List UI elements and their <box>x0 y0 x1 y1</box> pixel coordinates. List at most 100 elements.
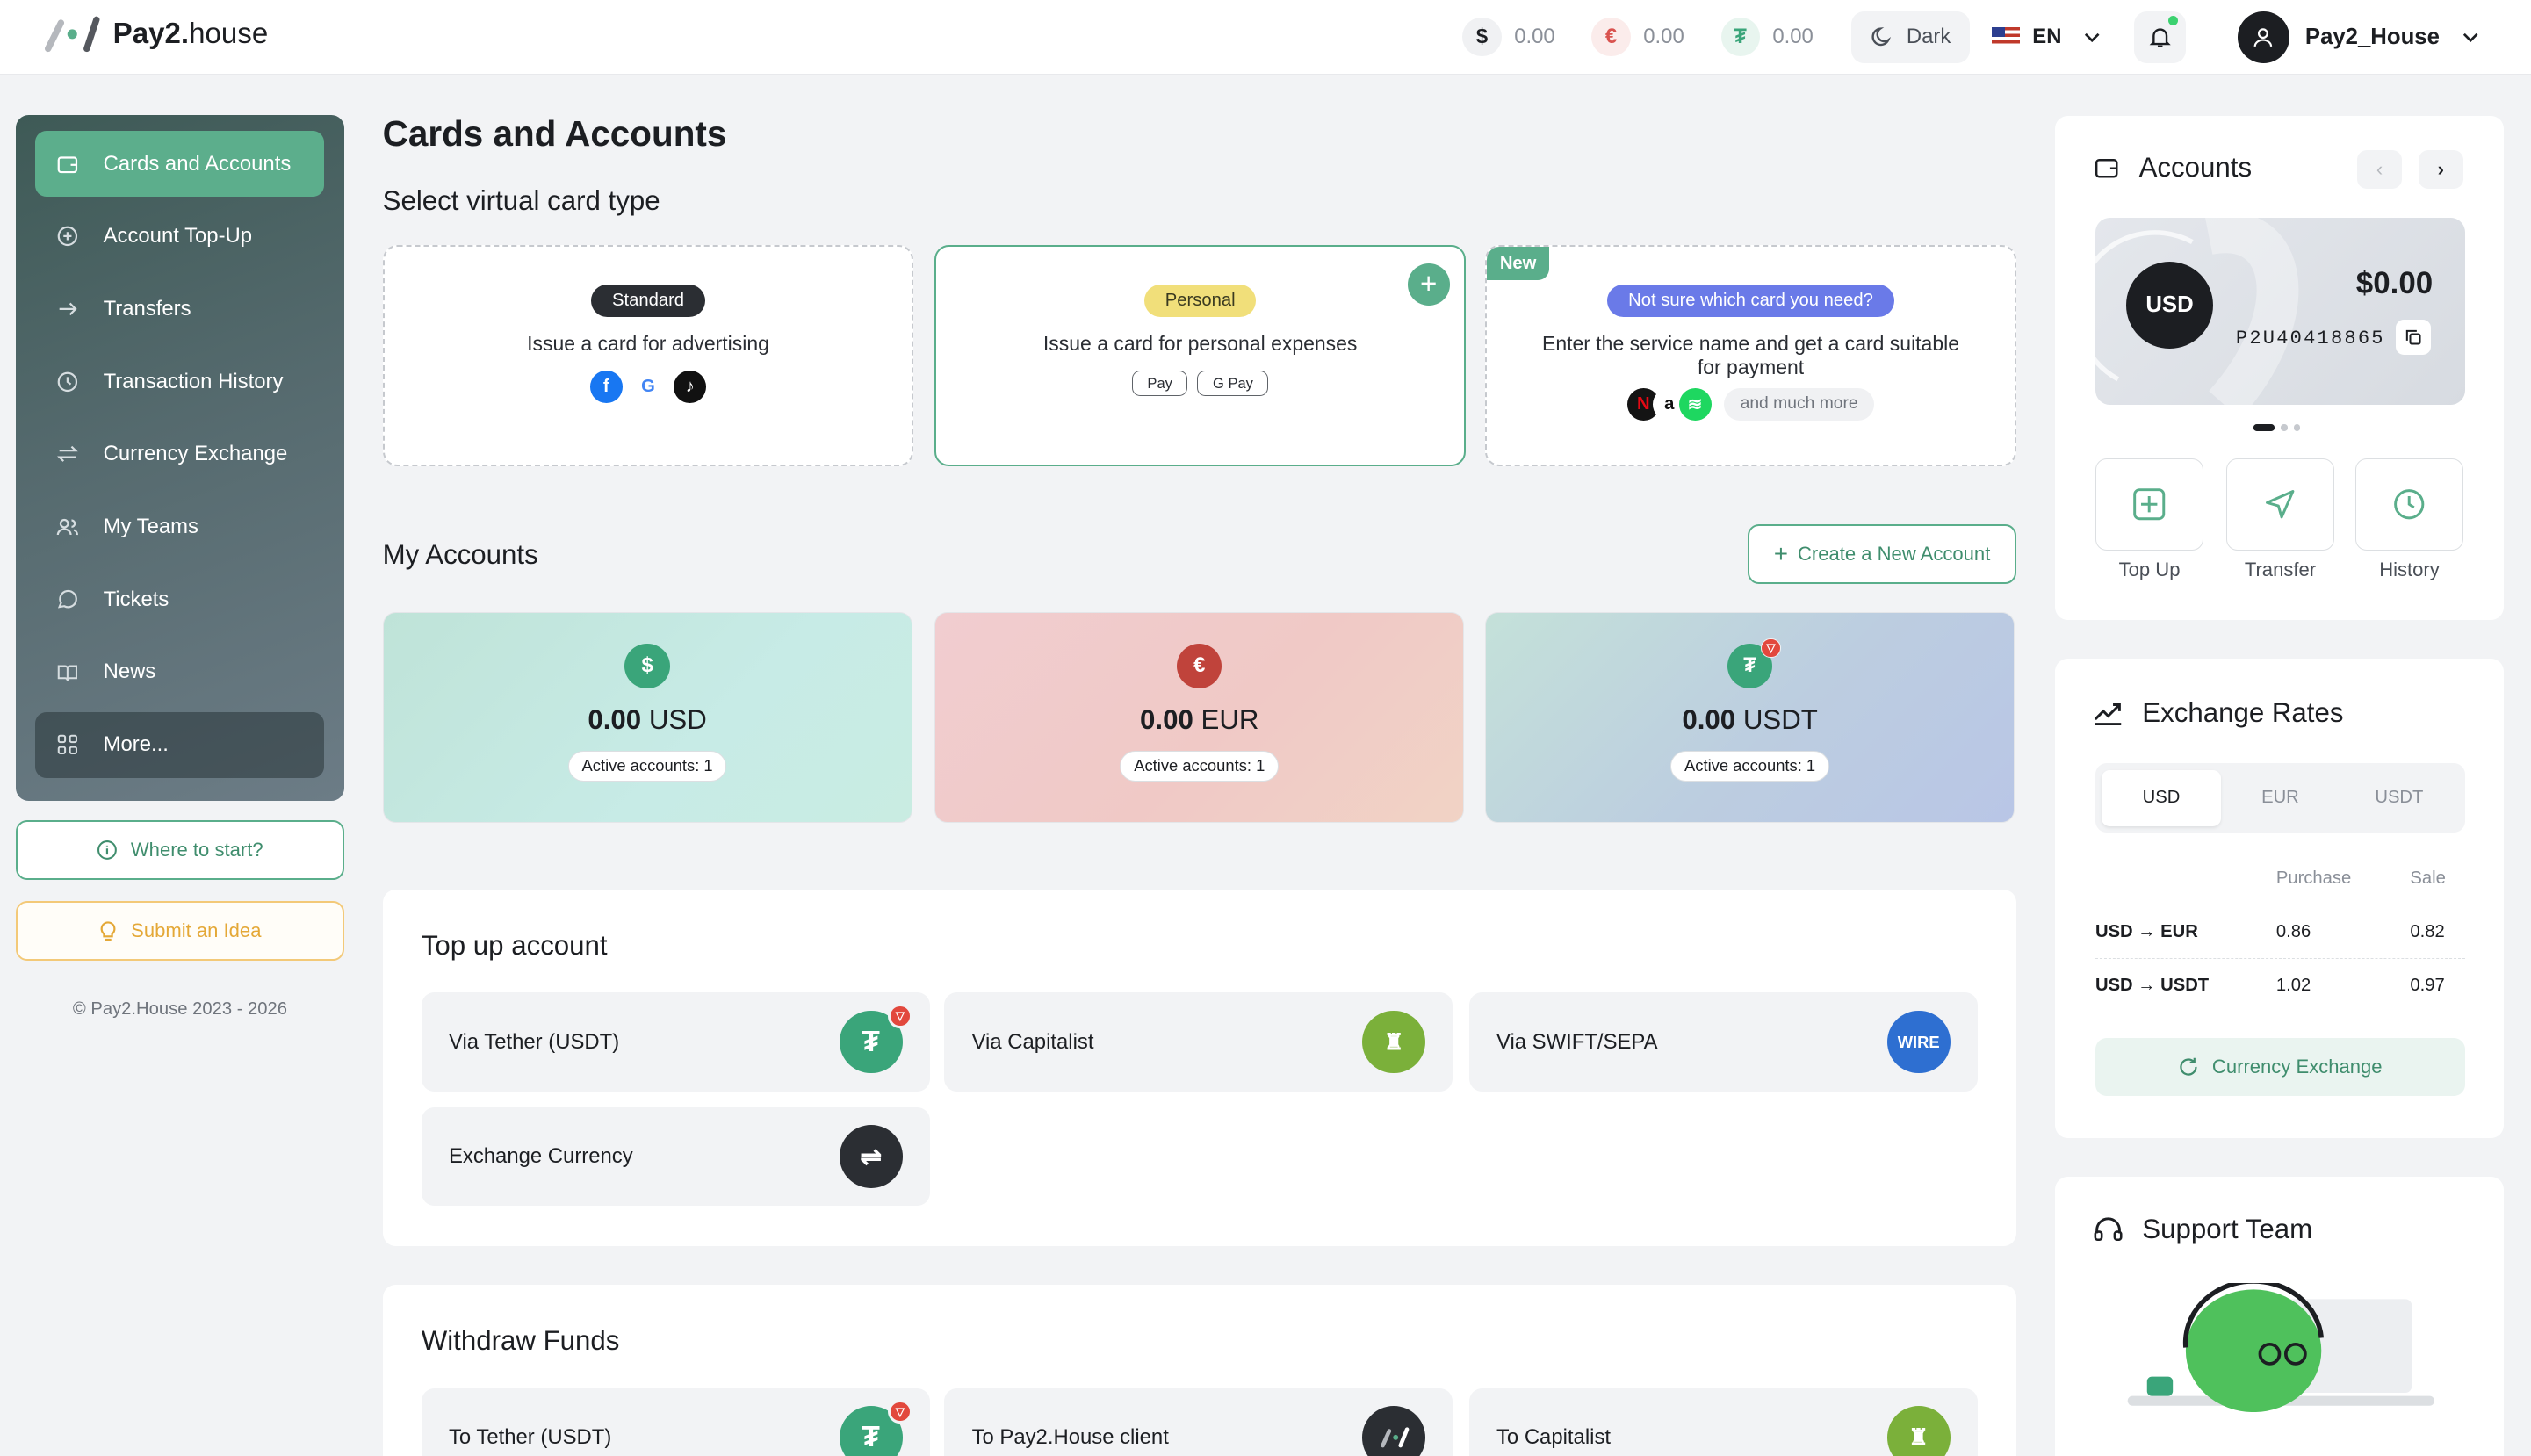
rate-sale: 0.82 <box>2410 921 2445 941</box>
balance-usdt-amount: 0.00 <box>1772 25 1814 49</box>
tab-eur[interactable]: EUR <box>2221 770 2340 826</box>
sidebar-item-news[interactable]: News <box>35 639 324 705</box>
logo[interactable]: Pay2.house <box>45 13 268 55</box>
carousel-next-button[interactable]: › <box>2418 149 2464 190</box>
users-icon <box>54 514 80 539</box>
carousel-dot[interactable] <box>2281 424 2288 431</box>
card-type-finder[interactable]: New Not sure which card you need? Enter … <box>1485 245 2016 467</box>
headset-icon <box>2094 1216 2123 1241</box>
card-type-personal[interactable]: + Personal Issue a card for personal exp… <box>934 245 1467 467</box>
carousel-dot-active[interactable] <box>2253 424 2275 431</box>
carousel-dot[interactable] <box>2294 424 2301 431</box>
sidebar-item-cards-and-accounts[interactable]: Cards and Accounts <box>35 130 325 198</box>
account-carousel-card[interactable]: USD $0.00 P2U40418865 <box>2095 218 2465 406</box>
sidebar: Cards and Accounts Account Top-Up Transf… <box>16 114 344 801</box>
card-type-heading: Select virtual card type <box>382 185 660 217</box>
rate-sale: 0.97 <box>2410 975 2445 995</box>
balance-usdt[interactable]: ₮ 0.00 <box>1720 11 1814 63</box>
exchange-icon: ⇌ <box>839 1125 903 1188</box>
trend-up-icon <box>2094 703 2122 726</box>
copy-icon <box>2405 329 2421 345</box>
sidebar-item-currency-exchange[interactable]: Currency Exchange <box>35 422 324 487</box>
account-balance: 0.00 USD <box>588 704 707 736</box>
chevron-down-icon <box>2085 32 2100 42</box>
sidebar-item-transfers[interactable]: Transfers <box>35 276 324 342</box>
tether-icon: ₮ <box>1720 18 1760 57</box>
topup-capitalist-tile[interactable]: Via Capitalist ♜ <box>944 992 1453 1092</box>
sidebar-item-label: Transfers <box>103 296 191 321</box>
exchange-icon <box>54 442 80 467</box>
language-selector[interactable]: EN <box>1992 11 2100 63</box>
copy-button[interactable] <box>2395 319 2432 356</box>
tab-usdt[interactable]: USDT <box>2340 770 2458 826</box>
where-to-start-button[interactable]: Where to start? <box>16 819 344 880</box>
user-menu[interactable]: Pay2_House <box>2237 11 2478 63</box>
withdraw-client-tile[interactable]: To Pay2.House client <box>944 1388 1453 1456</box>
balance-eur-amount: 0.00 <box>1643 25 1684 49</box>
google-pay-icon: G Pay <box>1197 370 1269 397</box>
user-icon <box>2253 28 2273 47</box>
sidebar-item-my-teams[interactable]: My Teams <box>35 494 324 559</box>
card-type-description: Enter the service name and get a card su… <box>1542 331 1959 379</box>
tile-label: Exchange Currency <box>448 1144 633 1169</box>
balance-usd[interactable]: $ 0.00 <box>1462 11 1555 63</box>
sidebar-item-label: Currency Exchange <box>103 442 288 466</box>
account-card-usdt[interactable]: ₮ ▽ 0.00 USDT Active accounts: 1 <box>1485 611 2015 824</box>
chevron-left-icon: ‹ <box>2376 157 2383 180</box>
carousel-prev-button[interactable]: ‹ <box>2356 149 2403 190</box>
copyright: © Pay2.House 2023 - 2026 <box>72 998 288 1019</box>
topup-tether-tile[interactable]: Via Tether (USDT) ₮ ▽ <box>421 992 930 1092</box>
submit-idea-label: Submit an Idea <box>131 919 262 941</box>
google-icon: G <box>631 370 665 403</box>
submit-idea-button[interactable]: Submit an Idea <box>16 900 344 961</box>
username: Pay2_House <box>2304 24 2440 49</box>
apple-pay-icon: Pay <box>1131 370 1188 397</box>
tile-label: Via Tether (USDT) <box>448 1029 620 1054</box>
sale-header: Sale <box>2410 868 2446 888</box>
sidebar-item-tickets[interactable]: Tickets <box>35 566 324 632</box>
dollar-icon: $ <box>624 643 670 689</box>
logo-mark-icon <box>45 13 100 55</box>
sidebar-item-account-top-up[interactable]: Account Top-Up <box>35 204 324 270</box>
page-title: Cards and Accounts <box>382 112 727 154</box>
history-action-button[interactable] <box>2354 458 2464 551</box>
topup-exchange-tile[interactable]: Exchange Currency ⇌ <box>421 1107 930 1207</box>
sidebar-item-transaction-history[interactable]: Transaction History <box>35 349 324 414</box>
grid-icon <box>54 732 80 757</box>
sidebar-item-more[interactable]: More... <box>35 711 325 778</box>
clock-icon <box>2394 489 2425 520</box>
support-illustration <box>2115 1279 2438 1413</box>
info-icon <box>97 840 118 860</box>
withdraw-capitalist-tile[interactable]: To Capitalist ♜ <box>1468 1388 1978 1456</box>
and-much-more-label: and much more <box>1724 388 1875 421</box>
tab-usd[interactable]: USD <box>2102 769 2221 827</box>
notification-dot <box>2167 16 2178 26</box>
transfer-action-button[interactable] <box>2225 458 2335 551</box>
euro-icon: € <box>1591 18 1631 57</box>
tron-badge-icon: ▽ <box>888 1004 912 1028</box>
topup-swift-sepa-tile[interactable]: Via SWIFT/SEPA WIRE <box>1468 992 1978 1092</box>
tile-label: To Capitalist <box>1496 1424 1612 1449</box>
top-up-label: Top Up <box>2118 559 2181 581</box>
account-card-usd[interactable]: $ 0.00 USD Active accounts: 1 <box>382 611 912 824</box>
theme-toggle-button[interactable]: Dark <box>1851 11 1971 63</box>
purchase-header: Purchase <box>2275 868 2352 888</box>
balance-eur[interactable]: € 0.00 <box>1591 11 1684 63</box>
euro-icon: € <box>1177 643 1222 689</box>
transfer-label: Transfer <box>2244 559 2317 581</box>
add-card-button[interactable]: + <box>1407 263 1450 306</box>
create-account-button[interactable]: + Create a New Account <box>1748 524 2016 585</box>
topup-heading: Top up account <box>421 929 608 961</box>
currency-exchange-button[interactable]: Currency Exchange <box>2095 1037 2465 1097</box>
card-help-badge: Not sure which card you need? <box>1607 284 1894 318</box>
rate-purchase: 1.02 <box>2275 975 2311 995</box>
notifications-button[interactable] <box>2134 11 2186 63</box>
top-up-action-button[interactable] <box>2095 458 2204 551</box>
account-card-eur[interactable]: € 0.00 EUR Active accounts: 1 <box>934 611 1465 824</box>
pay2house-logo-icon <box>1362 1406 1426 1456</box>
currency-circle: USD <box>2125 261 2214 350</box>
withdraw-tether-tile[interactable]: To Tether (USDT) ₮ ▽ <box>421 1388 930 1456</box>
rate-row: USD → EUR 0.86 0.82 <box>2095 905 2465 959</box>
card-type-standard[interactable]: Standard Issue a card for advertising f … <box>382 245 914 467</box>
chevron-down-icon <box>2462 32 2478 42</box>
